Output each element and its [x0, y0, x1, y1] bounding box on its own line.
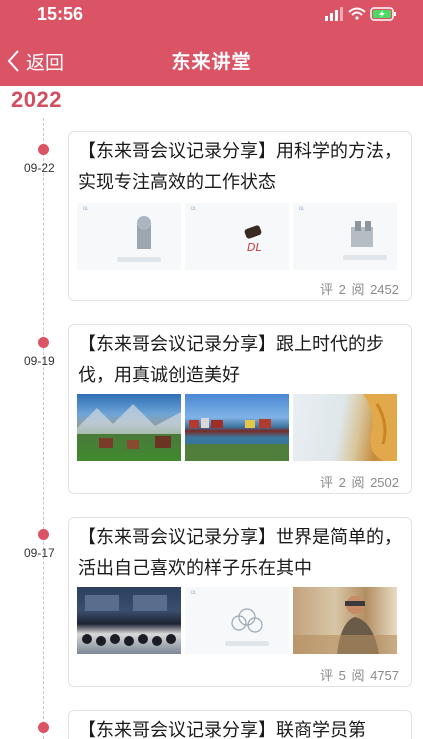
svg-text:DL: DL — [247, 241, 262, 254]
reads-label: 阅 — [351, 282, 365, 297]
page-title: 东来讲堂 — [171, 51, 252, 73]
app-header: 15:56 返回 东来讲堂 — [0, 0, 423, 86]
article-title: 【东来哥会议记录分享】世界是简单的，活出自己喜欢的样子乐在其中 — [78, 527, 402, 579]
beach-photo-thumb — [293, 394, 397, 461]
lake-town-photo-thumb — [185, 394, 289, 461]
reads-count: 4757 — [370, 668, 399, 683]
article-date: 09-19 — [24, 354, 55, 368]
article-stats: 评 2 阅 2452 — [318, 279, 399, 298]
reads-count: 2502 — [370, 475, 399, 490]
reads-label: 阅 — [351, 668, 365, 683]
article-card[interactable]: 【东来哥会议记录分享】跟上时代的步伐，用真诚创造美好 评 2 阅 2502 — [68, 324, 412, 494]
comments-label: 评 — [319, 668, 333, 683]
conference-photo-thumb — [77, 587, 181, 654]
comments-count: 2 — [338, 475, 346, 490]
article-card[interactable]: 【东来哥会议记录分享】联商学员第 — [68, 710, 412, 739]
article-card[interactable]: 【东来哥会议记录分享】用科学的方法，实现专注高效的工作状态 DL DL DL D… — [68, 131, 412, 301]
timeline-dot — [38, 529, 49, 540]
mountain-village-photo-thumb — [77, 394, 181, 461]
slide-stamp-thumb: DL DL — [185, 203, 289, 270]
article-title: 【东来哥会议记录分享】联商学员第 — [78, 720, 366, 739]
wifi-icon — [348, 7, 366, 20]
status-time: 15:56 — [37, 4, 84, 24]
article-stats: 评 2 阅 2502 — [318, 472, 399, 491]
reads-label: 阅 — [351, 475, 365, 490]
timeline-line — [43, 118, 44, 739]
article-date: 09-17 — [24, 546, 55, 560]
article-title: 【东来哥会议记录分享】用科学的方法，实现专注高效的工作状态 — [78, 141, 402, 193]
signal-icon — [325, 7, 343, 21]
comments-label: 评 — [319, 282, 333, 297]
article-card[interactable]: 【东来哥会议记录分享】世界是简单的，活出自己喜欢的样子乐在其中 DL 评 5 阅… — [68, 517, 412, 687]
reads-count: 2452 — [370, 282, 399, 297]
comments-count: 5 — [338, 668, 346, 683]
timeline-dot — [38, 722, 49, 733]
status-icons — [325, 7, 396, 21]
slide-flower-thumb: DL — [185, 587, 289, 654]
woodworker-photo-thumb — [293, 587, 397, 654]
comments-count: 2 — [338, 282, 346, 297]
slide-chess-piece-thumb: DL — [77, 203, 181, 270]
year-heading: 2022 — [11, 87, 62, 112]
timeline-dot — [38, 337, 49, 348]
comments-label: 评 — [319, 475, 333, 490]
slide-abacus-thumb: DL — [293, 203, 397, 270]
article-date: 09-22 — [24, 161, 55, 175]
article-title: 【东来哥会议记录分享】跟上时代的步伐，用真诚创造美好 — [78, 334, 384, 386]
article-stats: 评 5 阅 4757 — [318, 665, 399, 684]
battery-icon — [370, 7, 396, 21]
timeline-dot — [38, 144, 49, 155]
